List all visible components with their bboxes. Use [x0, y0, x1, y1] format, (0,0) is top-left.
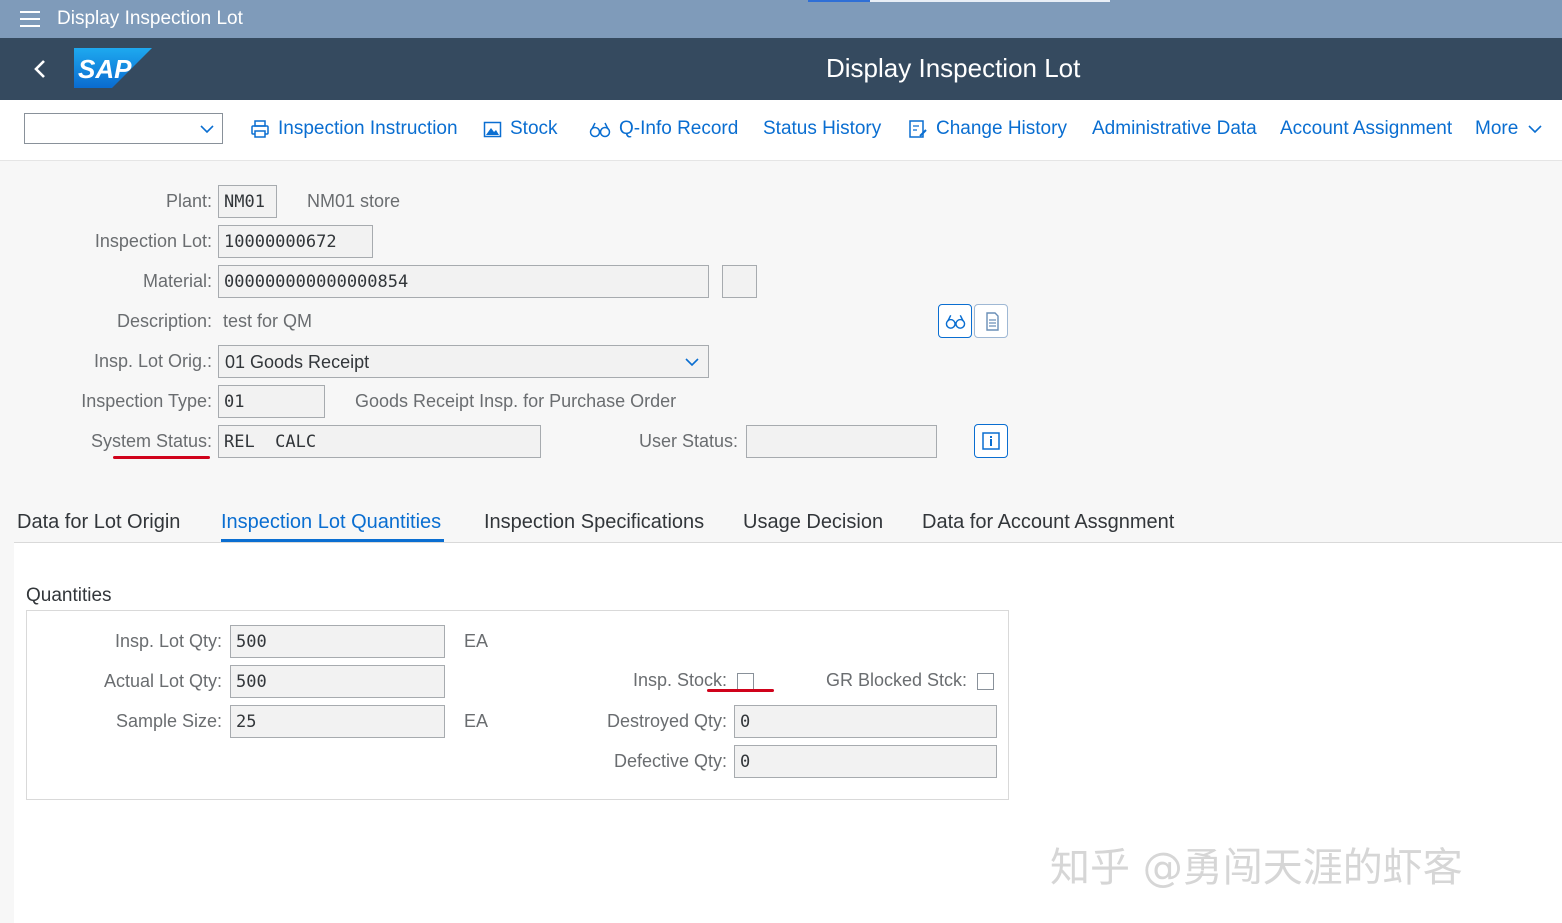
- picture-icon: [483, 121, 502, 137]
- sap-logo[interactable]: SAP: [74, 48, 152, 88]
- document-icon: [986, 312, 999, 331]
- chevron-down-icon: [200, 125, 214, 134]
- document-button[interactable]: [974, 304, 1008, 338]
- tab-usage-decision[interactable]: Usage Decision: [743, 511, 883, 534]
- shell-bar: SAP Display Inspection Lot: [0, 38, 1562, 100]
- user-status-field[interactable]: [746, 425, 937, 458]
- command-field-dropdown[interactable]: [24, 113, 223, 144]
- administrative-data-label: Administrative Data: [1092, 118, 1257, 139]
- inspection-type-label: Inspection Type:: [81, 391, 212, 411]
- status-info-button[interactable]: [974, 424, 1008, 458]
- plant-field[interactable]: NM01: [218, 185, 277, 218]
- destroyed-qty-label: Destroyed Qty:: [606, 711, 727, 731]
- change-history-label: Change History: [936, 118, 1067, 139]
- insp-stock-checkbox[interactable]: [737, 673, 754, 690]
- system-status-field[interactable]: REL CALC: [218, 425, 541, 458]
- more-button[interactable]: More: [1475, 118, 1543, 140]
- insp-lot-origin-value: 01 Goods Receipt: [225, 352, 370, 372]
- insp-lot-qty-field[interactable]: 500: [230, 625, 445, 658]
- annotation-underline: [707, 689, 774, 692]
- tab-data-for-lot-origin[interactable]: Data for Lot Origin: [17, 511, 180, 534]
- gr-blocked-stock-checkbox[interactable]: [977, 673, 994, 690]
- annotation-underline: [113, 456, 210, 459]
- change-history-button[interactable]: Change History: [908, 118, 1067, 140]
- progress-indicator: [808, 0, 870, 2]
- description-label: Description:: [116, 311, 212, 331]
- application-toolbar: Inspection Instruction Stock Q-Info Reco…: [0, 100, 1562, 161]
- hamburger-menu-icon[interactable]: [20, 11, 40, 27]
- glasses-icon: [945, 314, 966, 329]
- quantities-title: Quantities: [26, 585, 112, 606]
- tab-inspection-lot-quantities[interactable]: Inspection Lot Quantities: [221, 511, 441, 534]
- inspection-lot-label: Inspection Lot:: [94, 231, 212, 251]
- material-label: Material:: [142, 271, 212, 291]
- window-title-bar: Display Inspection Lot: [0, 0, 1562, 38]
- watermark: 知乎 @勇闯天涯的虾客: [1050, 845, 1463, 891]
- inspection-type-field[interactable]: 01: [218, 385, 325, 418]
- window-title: Display Inspection Lot: [57, 8, 243, 29]
- back-icon[interactable]: [28, 56, 54, 82]
- sample-size-label: Sample Size:: [115, 711, 222, 731]
- insp-lot-origin-select[interactable]: 01 Goods Receipt: [218, 345, 709, 378]
- info-icon: [982, 432, 1000, 450]
- actual-lot-qty-label: Actual Lot Qty:: [103, 671, 222, 691]
- insp-lot-qty-unit: EA: [464, 631, 489, 651]
- destroyed-qty-field[interactable]: 0: [734, 705, 997, 738]
- insp-lot-qty-label: Insp. Lot Qty:: [114, 631, 222, 651]
- actual-lot-qty-field[interactable]: 500: [230, 665, 445, 698]
- chevron-down-icon: [685, 358, 699, 367]
- page-title: Display Inspection Lot: [826, 53, 1081, 83]
- tab-data-for-account-assignment[interactable]: Data for Account Assgnment: [922, 511, 1174, 534]
- stock-button[interactable]: Stock: [483, 118, 558, 140]
- sap-logo-text: SAP: [78, 54, 132, 84]
- sample-size-unit: EA: [464, 711, 489, 731]
- gr-blocked-stock-label: GR Blocked Stck:: [825, 670, 967, 690]
- glasses-icon: [589, 122, 611, 138]
- insp-stock-label: Insp. Stock:: [632, 670, 727, 690]
- administrative-data-button[interactable]: Administrative Data: [1092, 118, 1257, 140]
- progress-track: [870, 0, 1110, 2]
- insp-lot-origin-label: Insp. Lot Orig.:: [93, 351, 212, 371]
- stock-label: Stock: [510, 118, 558, 139]
- description-value: test for QM: [223, 311, 313, 331]
- defective-qty-field[interactable]: 0: [734, 745, 997, 778]
- display-glasses-button[interactable]: [938, 304, 972, 338]
- status-history-label: Status History: [763, 118, 882, 139]
- printer-icon: [251, 120, 269, 138]
- account-assignment-button[interactable]: Account Assignment: [1280, 118, 1452, 140]
- defective-qty-label: Defective Qty:: [613, 751, 727, 771]
- system-status-label: System Status:: [90, 431, 212, 451]
- q-info-record-button[interactable]: Q-Info Record: [589, 118, 738, 140]
- inspection-lot-field[interactable]: 10000000672: [218, 225, 373, 258]
- inspection-type-description: Goods Receipt Insp. for Purchase Order: [355, 391, 677, 411]
- inspection-instruction-label: Inspection Instruction: [278, 118, 458, 139]
- plant-label: Plant:: [165, 191, 212, 211]
- sample-size-field[interactable]: 25: [230, 705, 445, 738]
- account-assignment-label: Account Assignment: [1280, 118, 1453, 139]
- status-history-button[interactable]: Status History: [763, 118, 881, 140]
- chevron-down-icon: [1528, 125, 1542, 134]
- change-history-icon: [909, 120, 927, 138]
- plant-description: NM01 store: [307, 191, 401, 211]
- q-info-record-label: Q-Info Record: [619, 118, 739, 139]
- inspection-instruction-button[interactable]: Inspection Instruction: [250, 118, 458, 140]
- material-field[interactable]: 000000000000000854: [218, 265, 709, 298]
- user-status-label: User Status:: [638, 431, 738, 451]
- tab-inspection-specifications[interactable]: Inspection Specifications: [484, 511, 704, 534]
- more-label: More: [1475, 118, 1519, 139]
- material-extra-field[interactable]: [722, 265, 757, 298]
